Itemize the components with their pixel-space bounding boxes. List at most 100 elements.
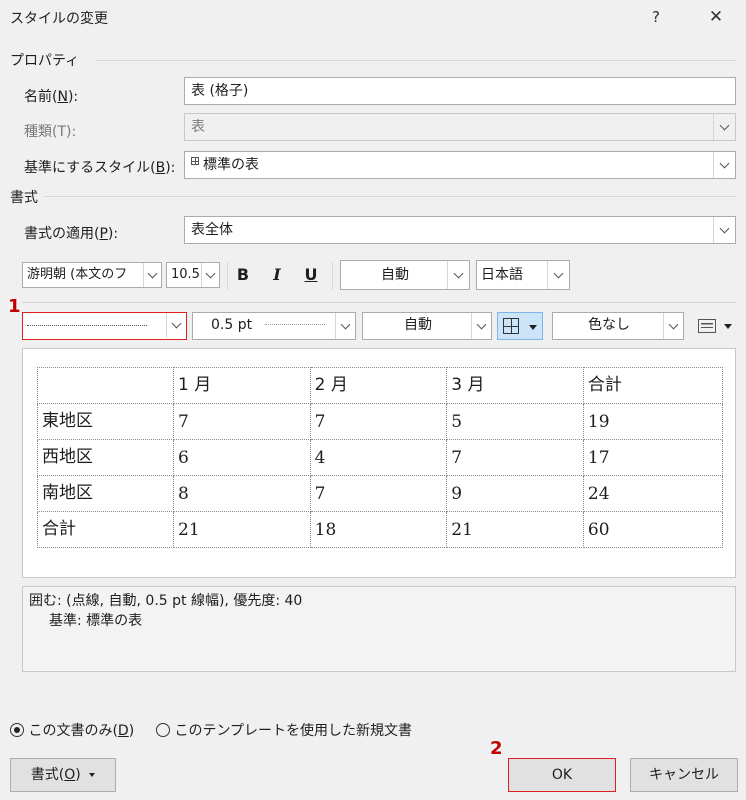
table-cell: 19 bbox=[582, 403, 724, 440]
list-icon bbox=[698, 319, 716, 333]
description-line-1: 囲む: (点線, 自動, 0.5 pt 線幅), 優先度: 40 bbox=[29, 593, 303, 609]
table-properties-button[interactable] bbox=[696, 316, 736, 338]
thin-line-preview bbox=[264, 324, 325, 325]
all-borders-icon bbox=[503, 318, 519, 334]
apply-to-value: 表全体 bbox=[191, 222, 233, 238]
language-select[interactable]: 日本語 bbox=[476, 260, 570, 290]
base-style-label: 基準にするスタイル(B): bbox=[24, 160, 176, 176]
table-style-icon bbox=[191, 157, 199, 165]
table-cell: 3 月 bbox=[446, 367, 584, 404]
dialog-title: スタイルの変更 bbox=[10, 11, 108, 27]
chevron-down-icon[interactable] bbox=[201, 263, 219, 287]
format-menu-button[interactable]: 書式(O) bbox=[10, 758, 116, 792]
font-size-select[interactable]: 10.5 bbox=[166, 262, 220, 288]
radio-selected-icon bbox=[10, 723, 24, 737]
table-cell: 5 bbox=[446, 403, 584, 440]
toolbar-separator bbox=[227, 262, 228, 290]
name-label: 名前(N): bbox=[24, 89, 79, 105]
border-color-select[interactable]: 自動 bbox=[362, 312, 492, 340]
format-divider bbox=[44, 196, 736, 197]
preview-pane: 1 月2 月3 月合計 東地区 7 7 5 19 西地区 6 4 7 17 南地区 8 7 9 24 合計 21 1… bbox=[22, 348, 736, 578]
shading-value: 色なし bbox=[588, 317, 630, 333]
preview-table: 1 月2 月3 月合計 東地区 7 7 5 19 西地区 6 4 7 17 南地区 8 7 9 24 合計 21 1… bbox=[37, 367, 724, 548]
table-cell: 9 bbox=[446, 475, 584, 512]
table-cell: 2 月 bbox=[309, 367, 448, 404]
type-select-value: 表 bbox=[191, 119, 205, 135]
font-color-select[interactable]: 自動 bbox=[340, 260, 470, 290]
table-cell: 6 bbox=[173, 439, 311, 476]
table-cell: 18 bbox=[309, 511, 448, 548]
caret-down-icon bbox=[529, 325, 537, 330]
caret-down-icon bbox=[89, 773, 96, 777]
type-label: 種類(T): bbox=[24, 124, 77, 140]
table-cell: 1 月 bbox=[173, 367, 311, 404]
table-cell: 17 bbox=[582, 439, 724, 476]
format-section-label: 書式 bbox=[10, 190, 38, 206]
table-cell bbox=[37, 367, 174, 404]
base-style-select[interactable]: 標準の表 bbox=[184, 151, 736, 179]
radio-unselected-icon bbox=[156, 723, 170, 737]
border-color-value: 自動 bbox=[404, 317, 432, 333]
font-color-value: 自動 bbox=[381, 267, 409, 283]
new-documents-label: このテンプレートを使用した新規文書 bbox=[174, 723, 413, 739]
font-name-select[interactable]: 游明朝 (本文のフ bbox=[22, 262, 162, 288]
border-position-button[interactable] bbox=[497, 312, 543, 340]
underline-button[interactable]: U bbox=[300, 262, 322, 288]
chevron-down-icon[interactable] bbox=[471, 313, 491, 339]
chevron-down-icon[interactable] bbox=[335, 313, 355, 339]
caret-down-icon bbox=[724, 324, 732, 329]
font-size-value: 10.5 bbox=[171, 267, 200, 282]
border-weight-value: 0.5 pt bbox=[211, 317, 253, 333]
name-input[interactable]: 表 (格子) bbox=[184, 77, 736, 105]
font-name-value: 游明朝 (本文のフ bbox=[27, 267, 128, 282]
bold-button[interactable]: B bbox=[232, 262, 254, 288]
style-description: 囲む: (点線, 自動, 0.5 pt 線幅), 優先度: 40 基準: 標準の… bbox=[22, 586, 736, 672]
table-cell: 7 bbox=[446, 439, 584, 476]
border-style-select[interactable] bbox=[22, 312, 187, 340]
apply-to-label: 書式の適用(P): bbox=[24, 226, 119, 242]
type-select: 表 bbox=[184, 113, 736, 141]
step-2-marker: 2 bbox=[490, 738, 503, 759]
chevron-down-icon[interactable] bbox=[547, 261, 569, 289]
description-line-2: 基準: 標準の表 bbox=[49, 613, 143, 629]
ok-button[interactable]: OK bbox=[508, 758, 616, 792]
table-cell: 合計 bbox=[582, 367, 724, 404]
table-cell: 21 bbox=[446, 511, 584, 548]
language-value: 日本語 bbox=[481, 267, 523, 283]
table-row: 西地区 6 4 7 17 bbox=[37, 439, 724, 476]
border-weight-select[interactable]: 0.5 pt bbox=[192, 312, 356, 340]
table-row: 東地区 7 7 5 19 bbox=[37, 403, 724, 440]
table-row: 1 月2 月3 月合計 bbox=[37, 367, 724, 404]
dotted-line-preview bbox=[27, 325, 147, 326]
properties-divider bbox=[96, 60, 736, 61]
chevron-down-icon[interactable] bbox=[447, 261, 469, 289]
table-row: 南地区 8 7 9 24 bbox=[37, 475, 724, 512]
table-cell: 24 bbox=[582, 475, 724, 512]
table-cell: 7 bbox=[309, 475, 448, 512]
step-1-marker: 1 bbox=[8, 296, 21, 317]
chevron-down-icon[interactable] bbox=[663, 313, 683, 339]
chevron-down-icon[interactable] bbox=[143, 263, 161, 287]
chevron-down-icon[interactable] bbox=[713, 217, 735, 243]
table-row: 合計 21 18 21 60 bbox=[37, 511, 724, 548]
toolbar-separator bbox=[332, 262, 333, 290]
cancel-button[interactable]: キャンセル bbox=[630, 758, 738, 792]
base-style-value: 標準の表 bbox=[203, 157, 259, 173]
table-cell: 4 bbox=[309, 439, 448, 476]
this-document-only-radio[interactable]: この文書のみ(D) bbox=[10, 720, 134, 740]
table-cell: 7 bbox=[309, 403, 448, 440]
italic-button[interactable]: I bbox=[266, 262, 288, 288]
help-button[interactable]: ? bbox=[640, 4, 672, 30]
new-documents-radio[interactable]: このテンプレートを使用した新規文書 bbox=[156, 720, 412, 740]
chevron-down-icon[interactable] bbox=[166, 313, 186, 338]
table-cell: 21 bbox=[173, 511, 311, 548]
chevron-down-icon[interactable] bbox=[713, 152, 735, 178]
apply-to-select[interactable]: 表全体 bbox=[184, 216, 736, 244]
table-cell: 南地区 bbox=[37, 475, 174, 512]
table-cell: 60 bbox=[582, 511, 724, 548]
close-button[interactable]: ✕ bbox=[700, 4, 732, 30]
table-cell: 東地区 bbox=[37, 403, 174, 440]
table-cell: 西地区 bbox=[37, 439, 174, 476]
properties-section-label: プロパティ bbox=[10, 53, 80, 69]
shading-select[interactable]: 色なし bbox=[552, 312, 684, 340]
